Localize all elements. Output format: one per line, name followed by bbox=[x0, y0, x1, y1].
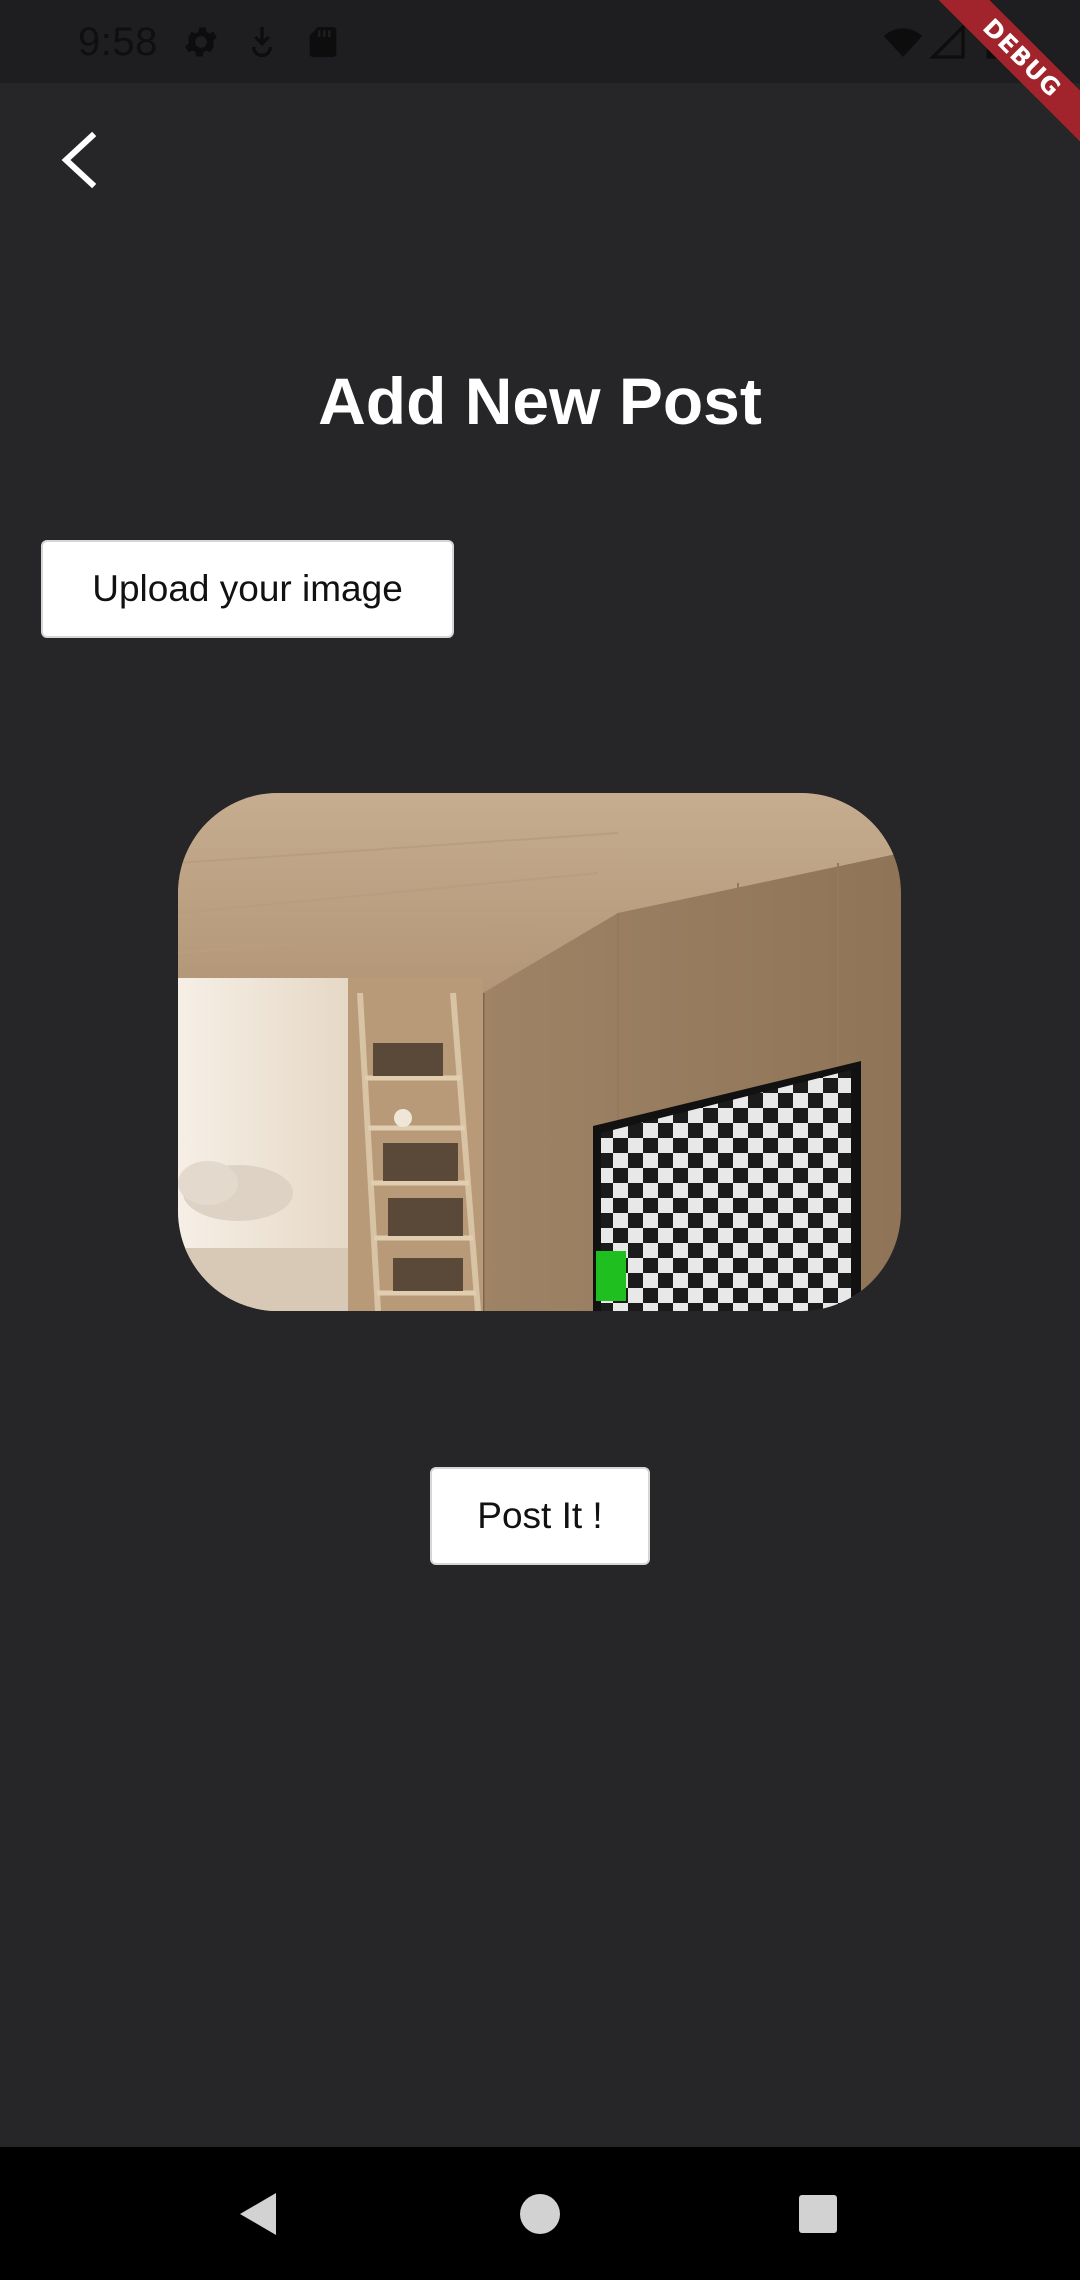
room-photo bbox=[178, 793, 901, 1311]
page-title: Add New Post bbox=[318, 364, 762, 438]
chevron-left-icon bbox=[61, 131, 97, 189]
post-it-button[interactable]: Post It ! bbox=[430, 1467, 650, 1565]
nav-back-button[interactable] bbox=[189, 2147, 329, 2280]
system-nav-bar bbox=[0, 2147, 1080, 2280]
gear-icon bbox=[185, 27, 217, 57]
download-arrow-icon bbox=[252, 27, 272, 58]
status-time: 9:58 bbox=[78, 20, 158, 64]
wifi-icon bbox=[883, 28, 923, 57]
square-recents-icon bbox=[799, 2194, 837, 2233]
cell-signal-icon bbox=[928, 22, 965, 59]
nav-home-button[interactable] bbox=[470, 2147, 610, 2280]
back-button[interactable] bbox=[44, 120, 114, 200]
image-preview bbox=[178, 793, 901, 1311]
status-bar: 9:58 bbox=[0, 0, 1080, 83]
sd-card-icon bbox=[309, 27, 337, 57]
nav-recents-button[interactable] bbox=[748, 2147, 888, 2280]
triangle-back-icon bbox=[240, 2192, 276, 2235]
circle-home-icon bbox=[520, 2193, 560, 2234]
battery-icon bbox=[986, 24, 1004, 59]
upload-image-button[interactable]: Upload your image bbox=[41, 540, 454, 638]
